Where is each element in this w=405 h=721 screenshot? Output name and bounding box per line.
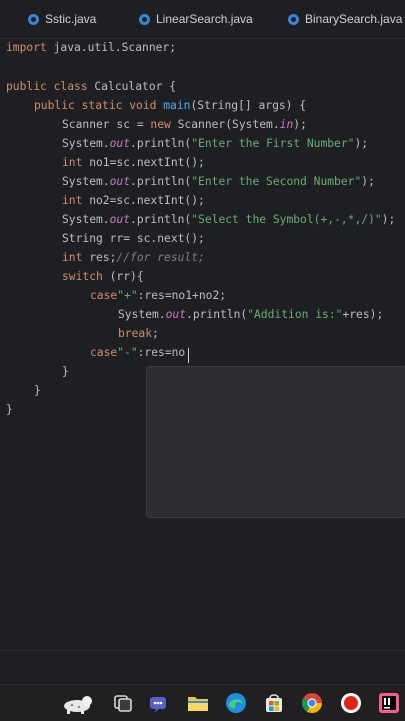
status-area [0, 650, 405, 685]
code-line-15: System.out.println("Addition is:"+res); [118, 308, 384, 321]
code-line-16: break; [118, 327, 159, 340]
tab-label: Sstic.java [45, 12, 97, 26]
chrome-icon[interactable] [300, 691, 324, 715]
code-line-14: case"+":res=no1+no2; [90, 289, 227, 302]
code-line-12: int res;//for result; [62, 251, 205, 264]
java-class-icon [288, 13, 299, 25]
code-line-6: System.out.println("Enter the First Numb… [62, 137, 369, 150]
edge-icon[interactable] [224, 691, 248, 715]
code-line-8: System.out.println("Enter the Second Num… [62, 175, 375, 188]
code-line-20: } [6, 403, 13, 416]
code-line-18: } [62, 365, 69, 378]
editor-tab-bar: Sstic.java LinearSearch.java BinarySearc… [0, 0, 405, 39]
windows-taskbar [0, 684, 405, 721]
tab-linearsearch-java[interactable]: LinearSearch.java [139, 0, 253, 38]
text-caret [188, 348, 189, 363]
intellij-icon[interactable] [377, 691, 401, 715]
store-icon[interactable] [262, 691, 286, 715]
code-line-7: int no1=sc.nextInt(); [62, 156, 205, 169]
completion-popup[interactable] [146, 366, 405, 518]
tab-sstic-java[interactable]: Sstic.java [28, 0, 96, 38]
code-line-3: public class Calculator { [6, 80, 177, 93]
file-explorer-icon[interactable] [186, 691, 210, 715]
code-line-13: switch (rr){ [62, 270, 144, 283]
record-icon[interactable] [339, 691, 363, 715]
code-line-11: String rr= sc.next(); [62, 232, 205, 245]
snow-leopard-icon[interactable] [60, 691, 96, 715]
code-line-4: public static void main(String[] args) { [34, 99, 307, 112]
java-class-icon [28, 13, 39, 25]
java-class-icon [139, 13, 150, 25]
code-line-1: import java.util.Scanner; [6, 41, 177, 54]
teams-icon[interactable] [147, 691, 171, 715]
code-line-10: System.out.println("Select the Symbol(+,… [62, 213, 396, 226]
code-line-17: case"-":res=no [90, 346, 186, 359]
tab-label: BinarySearch.java [305, 12, 403, 26]
code-line-9: int no2=sc.nextInt(); [62, 194, 205, 207]
code-line-19: } [34, 384, 41, 397]
code-line-5: Scanner sc = new Scanner(System.in); [62, 118, 307, 131]
task-view-icon[interactable] [111, 691, 135, 715]
tab-label: LinearSearch.java [156, 12, 253, 26]
tab-binarysearch-java[interactable]: BinarySearch.java [288, 0, 402, 38]
code-editor[interactable]: import java.util.Scanner; public class C… [0, 38, 405, 650]
